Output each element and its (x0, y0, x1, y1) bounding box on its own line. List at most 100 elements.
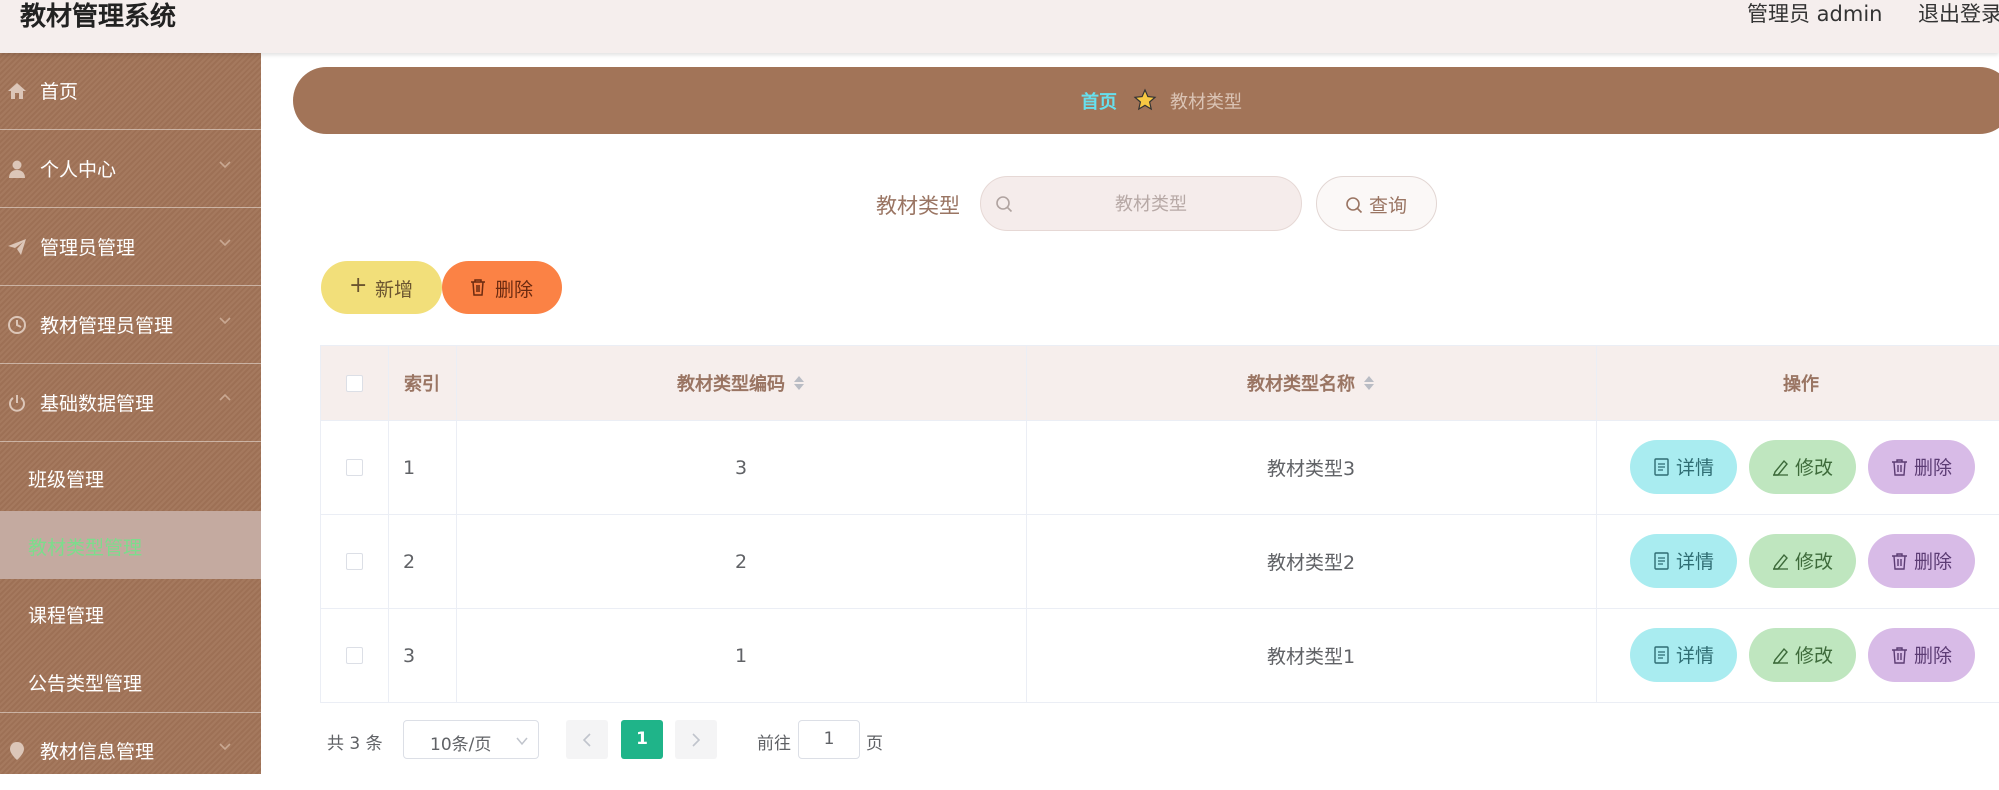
sidebar-subitem-notice-type-management[interactable]: 公告类型管理 (0, 647, 261, 715)
row-checkbox[interactable] (345, 459, 363, 476)
breadcrumb-current: 教材类型 (1170, 92, 1242, 113)
goto-label: 前往 (757, 734, 791, 754)
sidebar-subitem-label: 班级管理 (28, 469, 105, 491)
header-checkbox-cell (320, 346, 388, 420)
clock-icon (8, 316, 26, 334)
add-button-label: 新增 (375, 279, 414, 301)
detail-button[interactable]: 详情 (1630, 440, 1737, 494)
delete-button-label: 删除 (1914, 645, 1953, 667)
row-code: 1 (734, 644, 748, 667)
table-row: 1 3 教材类型3 详情 修改 删除 (320, 421, 1999, 515)
sidebar-item-admin-management[interactable]: 管理员管理 (0, 209, 261, 286)
table-grid-line (1596, 345, 1597, 703)
page-number-current[interactable]: 1 (621, 720, 663, 759)
query-button[interactable]: 查询 (1316, 176, 1437, 231)
trash-icon (1892, 459, 1907, 476)
delete-button[interactable]: 删除 (1868, 628, 1975, 682)
add-button[interactable]: + 新增 (321, 261, 442, 314)
sort-icon[interactable] (1363, 373, 1375, 393)
pencil-icon (1773, 553, 1788, 570)
search-box (980, 176, 1302, 231)
page-size-select[interactable]: 10条/页 (403, 720, 539, 759)
pagination-total: 共 3 条 (327, 734, 383, 754)
chevron-down-icon (219, 317, 231, 325)
header-index: 索引 (388, 346, 456, 420)
trash-icon (471, 279, 485, 296)
delete-button[interactable]: 删除 (1868, 440, 1975, 494)
sidebar-item-label: 首页 (40, 81, 79, 103)
chevron-right-icon (692, 733, 701, 747)
sort-icon[interactable] (793, 373, 805, 393)
power-icon (9, 395, 25, 412)
table-row: 3 1 教材类型1 详情 修改 删除 (320, 609, 1999, 703)
query-button-label: 查询 (1369, 195, 1408, 217)
sidebar-subitem-textbook-type-management[interactable]: 教材类型管理 (0, 511, 261, 579)
logout-link[interactable]: 退出登录 (1918, 0, 1999, 28)
sidebar-item-personal-center[interactable]: 个人中心 (0, 131, 261, 208)
select-all-checkbox[interactable] (345, 374, 363, 392)
chevron-down-icon (516, 737, 528, 746)
row-name: 教材类型2 (1266, 552, 1356, 574)
user-icon (9, 160, 25, 178)
column-header-actions: 操作 (1783, 374, 1819, 395)
sidebar-subitem-course-management[interactable]: 课程管理 (0, 579, 261, 647)
sidebar-item-label: 教材信息管理 (40, 741, 155, 763)
trash-icon (1892, 553, 1907, 570)
breadcrumb-home-link[interactable]: 首页 (1081, 88, 1117, 114)
row-checkbox-cell (320, 609, 388, 702)
goto-page-input[interactable]: 1 (798, 720, 860, 759)
table-grid-line (456, 345, 457, 703)
prev-page-button[interactable] (566, 720, 608, 759)
sidebar-item-textbook-admin-management[interactable]: 教材管理员管理 (0, 287, 261, 364)
detail-button-label: 详情 (1676, 457, 1715, 479)
search-label: 教材类型 (876, 194, 960, 218)
row-code-cell: 3 (456, 421, 1026, 514)
edit-button[interactable]: 修改 (1749, 628, 1856, 682)
pencil-icon (1773, 647, 1788, 664)
edit-button[interactable]: 修改 (1749, 440, 1856, 494)
document-icon (1654, 552, 1669, 570)
sidebar-item-basic-data-management[interactable]: 基础数据管理 (0, 365, 261, 442)
sidebar-subitem-class-management[interactable]: 班级管理 (0, 443, 261, 511)
column-header-code: 教材类型编码 (677, 374, 785, 395)
row-name-cell: 教材类型2 (1026, 515, 1596, 608)
row-checkbox[interactable] (345, 553, 363, 570)
detail-button-label: 详情 (1676, 645, 1715, 667)
batch-delete-button-label: 删除 (495, 279, 534, 301)
header-actions: 操作 (1596, 346, 1999, 420)
row-name: 教材类型1 (1266, 646, 1356, 668)
edit-button-label: 修改 (1795, 645, 1834, 667)
header-name[interactable]: 教材类型名称 (1026, 346, 1596, 420)
sidebar-item-label: 管理员管理 (40, 237, 136, 259)
chevron-down-icon (219, 161, 231, 169)
header-code[interactable]: 教材类型编码 (456, 346, 1026, 420)
star-icon (1133, 88, 1157, 111)
app-title: 教材管理系统 (20, 2, 177, 32)
search-input[interactable] (1021, 187, 1281, 221)
detail-button[interactable]: 详情 (1630, 534, 1737, 588)
row-checkbox[interactable] (345, 647, 363, 664)
current-user-label: 管理员 admin (1747, 2, 1883, 26)
detail-button[interactable]: 详情 (1630, 628, 1737, 682)
sidebar-item-textbook-info-management[interactable]: 教材信息管理 (0, 712, 261, 789)
row-code: 3 (734, 456, 748, 479)
row-index: 1 (403, 456, 416, 479)
plus-icon: + (349, 273, 368, 298)
row-code-cell: 1 (456, 609, 1026, 702)
delete-button[interactable]: 删除 (1868, 534, 1975, 588)
sidebar-item-home[interactable]: 首页 (0, 53, 261, 130)
location-icon (10, 742, 24, 760)
chevron-down-icon (219, 743, 231, 751)
pencil-icon (1773, 459, 1788, 476)
search-icon (996, 196, 1013, 213)
edit-button[interactable]: 修改 (1749, 534, 1856, 588)
sidebar-item-label: 基础数据管理 (40, 393, 155, 415)
batch-delete-button[interactable]: 删除 (442, 261, 562, 314)
data-table: 索引 教材类型编码 教材类型名称 操作 1 3 教材类型3 详情 修改 删除 2… (320, 345, 1999, 703)
detail-button-label: 详情 (1676, 551, 1715, 573)
sidebar-item-label: 个人中心 (40, 159, 117, 181)
table-grid-line (320, 345, 321, 703)
row-checkbox-cell (320, 421, 388, 514)
next-page-button[interactable] (675, 720, 717, 759)
delete-button-label: 删除 (1914, 551, 1953, 573)
